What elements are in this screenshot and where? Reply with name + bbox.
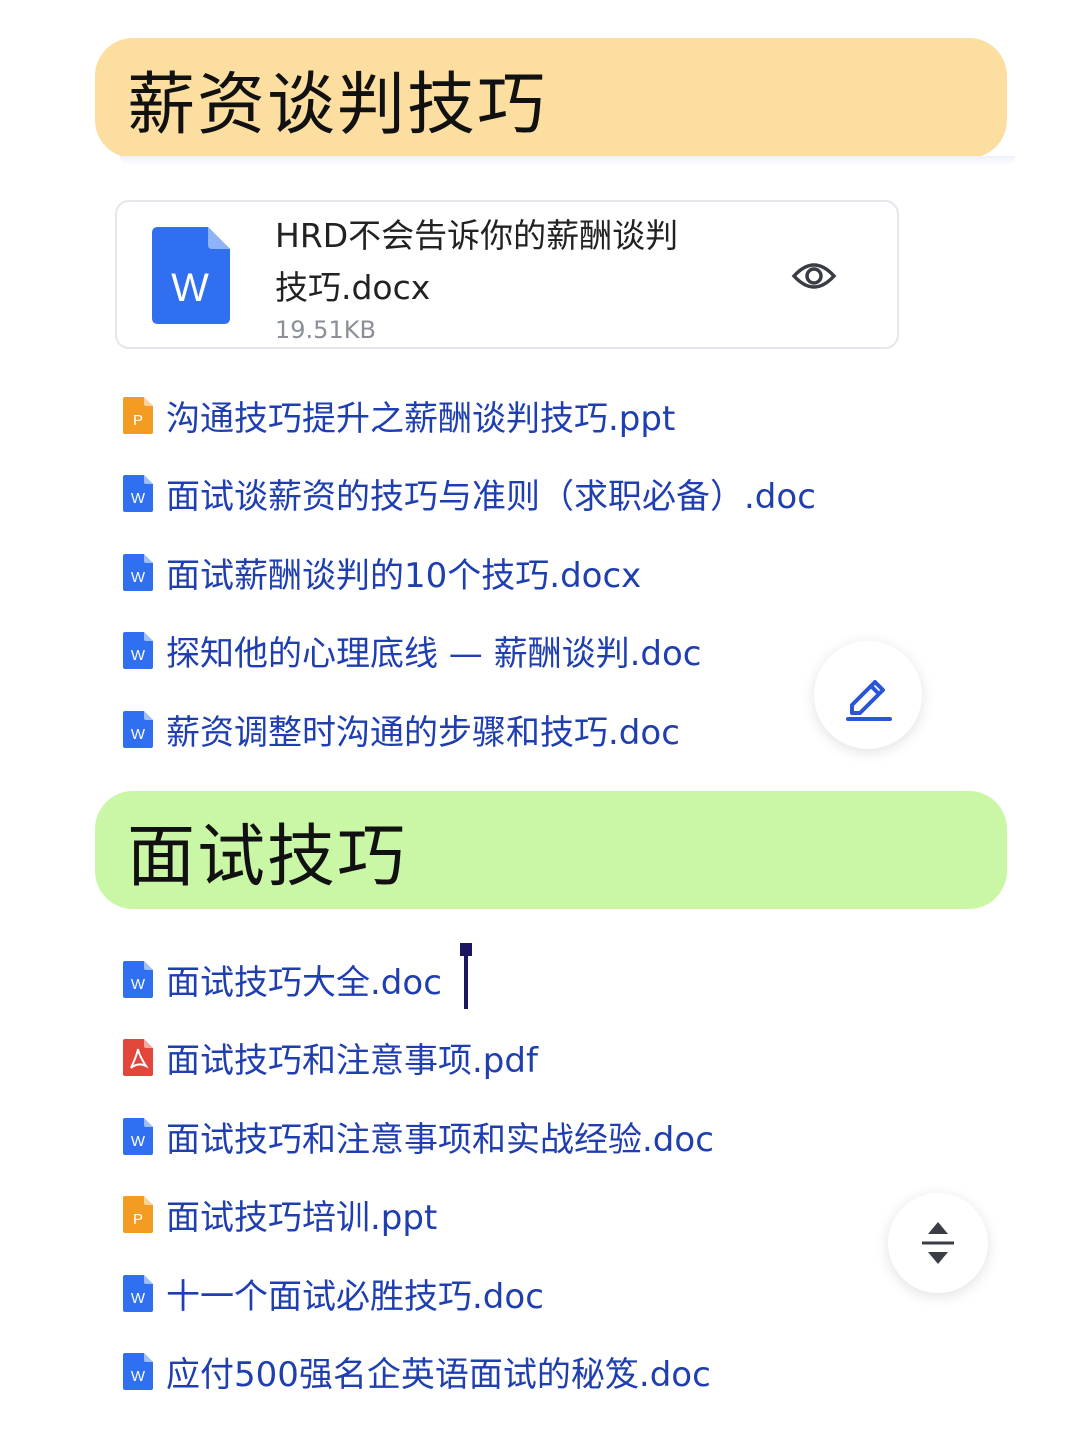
section-header-interview: 面试技巧 [95,791,1007,909]
file-list-item[interactable]: W 面试技巧和注意事项和实战经验.doc [123,1111,714,1161]
card-file-name: HRD不会告诉你的薪酬谈判 技巧.docx [275,210,755,314]
file-name-link[interactable]: 面试技巧和注意事项.pdf [166,1033,538,1082]
file-icon-letter: P [133,1211,143,1228]
file-icon-letter: W [131,1133,146,1150]
file-card[interactable]: W HRD不会告诉你的薪酬谈判 技巧.docx 19.51KB [115,200,899,349]
file-list-item[interactable]: 面试技巧和注意事项.pdf [123,1033,538,1083]
expand-collapse-icon [922,1222,954,1264]
file-list-item[interactable]: W 应付500强名企英语面试的秘笈.doc [123,1347,711,1397]
card-file-name-line2: 技巧.docx [275,268,431,307]
doc-file-icon: W [123,1117,153,1155]
pencil-icon [846,680,892,721]
file-name-link[interactable]: 面试技巧大全.doc [166,955,442,1004]
file-name-link[interactable]: 面试谈薪资的技巧与准则（求职必备）.doc [166,469,816,518]
file-name-link[interactable]: 十一个面试必胜技巧.doc [166,1269,544,1318]
word-doc-icon: W [152,227,230,324]
eye-icon[interactable] [791,256,837,296]
file-icon-letter: W [131,569,146,586]
file-list-item[interactable]: P 面试技巧培训.ppt [123,1190,437,1240]
file-list-item[interactable]: W 十一个面试必胜技巧.doc [123,1268,544,1318]
section-title: 面试技巧 [127,817,408,897]
ppt-file-icon: P [123,1196,153,1233]
doc-file-icon: W [123,1353,153,1390]
text-cursor [460,943,472,1009]
file-icon-letter: W [131,976,146,993]
section-header-salary: 薪资谈判技巧 [95,38,1007,158]
file-list-item[interactable]: P 沟通技巧提升之薪酬谈判技巧.ppt [123,390,675,440]
file-list-item[interactable]: W 面试谈薪资的技巧与准则（求职必备）.doc [123,469,816,519]
doc-file-icon: W [123,632,153,669]
doc-file-icon: W [123,475,153,512]
doc-file-icon: W [123,710,153,748]
file-list-item[interactable]: W 探知他的心理底线 — 薪酬谈判.doc [123,626,702,676]
expand-collapse-button[interactable] [888,1193,988,1293]
file-icon-letter: W [131,726,146,743]
file-name-link[interactable]: 应付500强名企英语面试的秘笈.doc [166,1347,711,1396]
file-icon-letter: W [131,1368,146,1385]
file-icon-letter: P [133,412,143,429]
doc-icon-letter: W [171,266,209,310]
file-icon-letter: W [131,1290,146,1307]
file-list-item[interactable]: W 面试薪酬谈判的10个技巧.docx [123,547,641,597]
section-title: 薪资谈判技巧 [127,65,548,145]
file-icon-letter: W [131,647,146,664]
file-name-link[interactable]: 面试技巧和注意事项和实战经验.doc [166,1112,714,1161]
doc-file-icon: W [123,960,153,998]
file-icon-letter: W [131,490,146,507]
ppt-file-icon: P [123,396,153,434]
file-name-link[interactable]: 沟通技巧提升之薪酬谈判技巧.ppt [166,391,675,440]
doc-file-icon: W [123,553,153,591]
card-file-size: 19.51KB [275,316,376,344]
file-name-link[interactable]: 探知他的心理底线 — 薪酬谈判.doc [166,626,702,675]
file-name-link[interactable]: 面试技巧培训.ppt [166,1190,437,1239]
header-shadow [120,156,1015,166]
file-name-link[interactable]: 面试薪酬谈判的10个技巧.docx [166,548,641,597]
pdf-file-icon [123,1039,153,1076]
doc-file-icon: W [123,1274,153,1312]
edit-button[interactable] [814,641,922,749]
file-name-link[interactable]: 薪资调整时沟通的步骤和技巧.doc [166,705,680,754]
file-list-item[interactable]: W 面试技巧大全.doc [123,954,442,1004]
card-file-name-line1: HRD不会告诉你的薪酬谈判 [275,216,679,255]
file-list-item[interactable]: W 薪资调整时沟通的步骤和技巧.doc [123,704,680,754]
